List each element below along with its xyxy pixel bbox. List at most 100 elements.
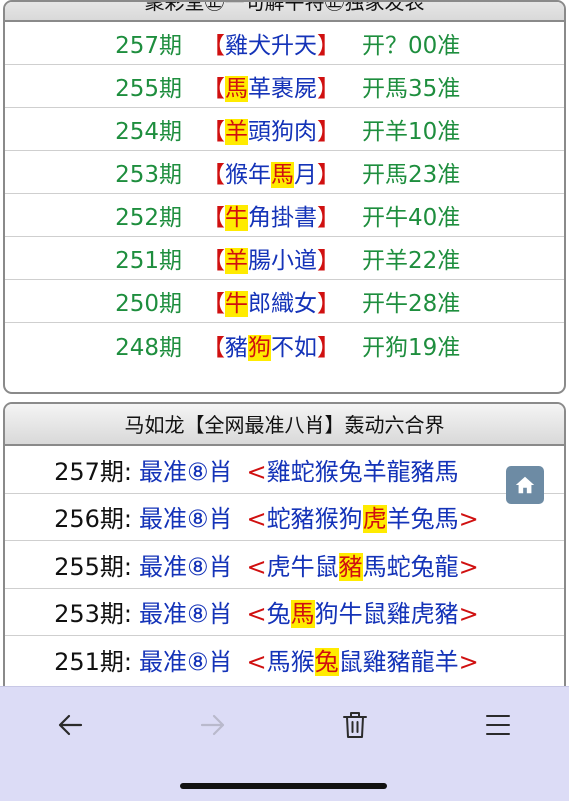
zodiac-row: 253期: 最准⑧肖 <兔馬狗牛鼠雞虎豬> <box>5 589 564 636</box>
prediction-row: 251期 【羊腸小道】 开羊22准 <box>5 237 564 280</box>
zodiac-segment: 狗牛鼠雞虎豬 <box>314 600 459 629</box>
bracket-open: < <box>246 552 267 581</box>
prediction-row: 248期 【豬狗不如】 开狗19准 <box>5 323 564 366</box>
period-label: 252期 <box>115 205 182 231</box>
riddle-segment: 頭狗肉 <box>248 119 317 145</box>
prediction-row: 250期 【牛郎織女】 开牛28准 <box>5 280 564 323</box>
prediction-row: 257期 【雞犬升天】 开？00准 <box>5 22 564 65</box>
menu-icon <box>486 715 510 735</box>
period-label: 251期 <box>115 248 182 274</box>
bracket-open: 【 <box>202 162 225 188</box>
riddle-text: 【牛角掛書】 <box>202 198 340 232</box>
forward-button[interactable] <box>191 703 235 747</box>
back-button[interactable] <box>48 703 92 747</box>
zodiac-segment: 羊兔馬 <box>386 505 459 534</box>
zodiac-count-label: 最准⑧肖 <box>139 648 233 677</box>
forward-arrow-icon <box>200 714 225 736</box>
zodiac-segment: 雞蛇猴兔羊龍豬馬 <box>266 457 459 486</box>
period-label: 251期: <box>54 648 132 677</box>
zodiac-count-label: 最准⑧肖 <box>139 505 233 534</box>
zodiac-segment: 馬蛇兔龍 <box>362 552 459 581</box>
riddle-text: 【馬革裹屍】 <box>202 69 340 103</box>
bracket-close: 】 <box>317 76 340 102</box>
browser-toolbar <box>0 686 569 801</box>
bracket-open: < <box>246 600 267 629</box>
riddle-text: 【豬狗不如】 <box>202 328 340 362</box>
riddle-segment: 郎織女 <box>248 291 317 317</box>
riddle-text: 【猴年馬月】 <box>202 155 340 189</box>
bracket-open: 【 <box>202 291 225 317</box>
panel-2-title: 马如龙【全网最准八肖】轰动六合界 <box>5 404 564 446</box>
prediction-row: 252期 【牛角掛書】 开牛40准 <box>5 194 564 237</box>
period-label: 253期 <box>115 162 182 188</box>
zodiac-row: 251期: 最准⑧肖 <馬猴兔鼠雞豬龍羊> <box>5 636 564 684</box>
home-button[interactable] <box>506 466 544 504</box>
riddle-text: 【牛郎織女】 <box>202 284 340 318</box>
zodiac-segment: 鼠雞豬龍羊 <box>338 648 459 677</box>
prediction-row: 253期 【猴年馬月】 开馬23准 <box>5 151 564 194</box>
highlighted-zodiac: 馬 <box>225 76 248 102</box>
result-label: 开狗19准 <box>362 334 461 361</box>
highlighted-zodiac: 牛 <box>225 205 248 231</box>
bracket-close: 】 <box>317 248 340 274</box>
zodiac-list: <兔馬狗牛鼠雞虎豬> <box>247 594 479 629</box>
zodiac-count-label: 最准⑧肖 <box>139 552 233 581</box>
bracket-open: 【 <box>202 334 225 361</box>
bracket-open: < <box>246 505 267 534</box>
home-icon <box>515 476 535 494</box>
bracket-close: 】 <box>317 119 340 145</box>
riddle-text: 【羊腸小道】 <box>202 241 340 275</box>
riddle-segment: 角掛書 <box>248 205 317 231</box>
riddle-segment: 豬 <box>225 334 248 361</box>
menu-button[interactable] <box>476 703 520 747</box>
back-arrow-icon <box>58 714 83 736</box>
delete-button[interactable] <box>333 703 377 747</box>
zodiac-segment: 蛇豬猴狗 <box>266 505 363 534</box>
home-indicator <box>180 783 387 789</box>
prediction-panel-1: 聚彩堂㊣一句解平特㊣独家发表 257期 【雞犬升天】 开？00准 255期 【馬革裹屍】… <box>3 0 566 394</box>
zodiac-row: 255期: 最准⑧肖 <虎牛鼠豬馬蛇兔龍> <box>5 541 564 589</box>
riddle-segment: 不如 <box>271 334 317 361</box>
bracket-open: < <box>246 457 267 486</box>
bracket-open: 【 <box>202 119 225 145</box>
zodiac-list: <馬猴兔鼠雞豬龍羊> <box>247 642 479 677</box>
period-label: 248期 <box>115 334 182 361</box>
bracket-close: > <box>458 505 479 534</box>
bracket-close: 】 <box>317 33 340 59</box>
highlighted-zodiac: 馬 <box>271 162 294 188</box>
bracket-close: 】 <box>317 334 340 361</box>
prediction-row: 255期 【馬革裹屍】 开馬35准 <box>5 65 564 108</box>
result-label: 开羊10准 <box>362 119 461 145</box>
zodiac-count-label: 最准⑧肖 <box>139 600 233 629</box>
period-label: 255期 <box>115 76 182 102</box>
bracket-open: 【 <box>202 205 225 231</box>
result-label: 开？00准 <box>362 33 461 59</box>
highlighted-zodiac: 馬 <box>290 600 315 629</box>
zodiac-list: <雞蛇猴兔羊龍豬馬 <box>247 452 459 487</box>
zodiac-list: <蛇豬猴狗虎羊兔馬> <box>247 499 479 534</box>
riddle-segment: 革裹屍 <box>248 76 317 102</box>
bracket-open: < <box>246 648 267 677</box>
panel-1-title: 聚彩堂㊣一句解平特㊣独家发表 <box>5 2 564 22</box>
result-label: 开牛40准 <box>362 205 461 231</box>
trash-icon <box>343 712 367 738</box>
bracket-close: > <box>458 648 479 677</box>
bracket-close: > <box>458 600 479 629</box>
bracket-close: 】 <box>317 205 340 231</box>
highlighted-zodiac: 狗 <box>248 334 271 361</box>
riddle-segment: 腸小道 <box>248 248 317 274</box>
highlighted-zodiac: 羊 <box>225 248 248 274</box>
prediction-panel-2: 马如龙【全网最准八肖】轰动六合界 257期: 最准⑧肖 <雞蛇猴兔羊龍豬馬 256期:… <box>3 402 566 702</box>
bracket-close: > <box>458 552 479 581</box>
result-label: 开馬35准 <box>362 76 461 102</box>
prediction-row: 254期 【羊頭狗肉】 开羊10准 <box>5 108 564 151</box>
bracket-close: 】 <box>317 291 340 317</box>
result-label: 开馬23准 <box>362 162 461 188</box>
riddle-segment: 猴年 <box>225 162 271 188</box>
panel-2-rows: 257期: 最准⑧肖 <雞蛇猴兔羊龍豬馬 256期: 最准⑧肖 <蛇豬猴狗虎羊兔馬> 255… <box>5 446 564 684</box>
panel-1-rows: 257期 【雞犬升天】 开？00准 255期 【馬革裹屍】 开馬35准 254期 【羊頭狗肉】… <box>5 22 564 366</box>
bracket-open: 【 <box>202 33 225 59</box>
zodiac-count-label: 最准⑧肖 <box>139 457 233 486</box>
period-label: 250期 <box>115 291 182 317</box>
result-label: 开牛28准 <box>362 291 461 317</box>
